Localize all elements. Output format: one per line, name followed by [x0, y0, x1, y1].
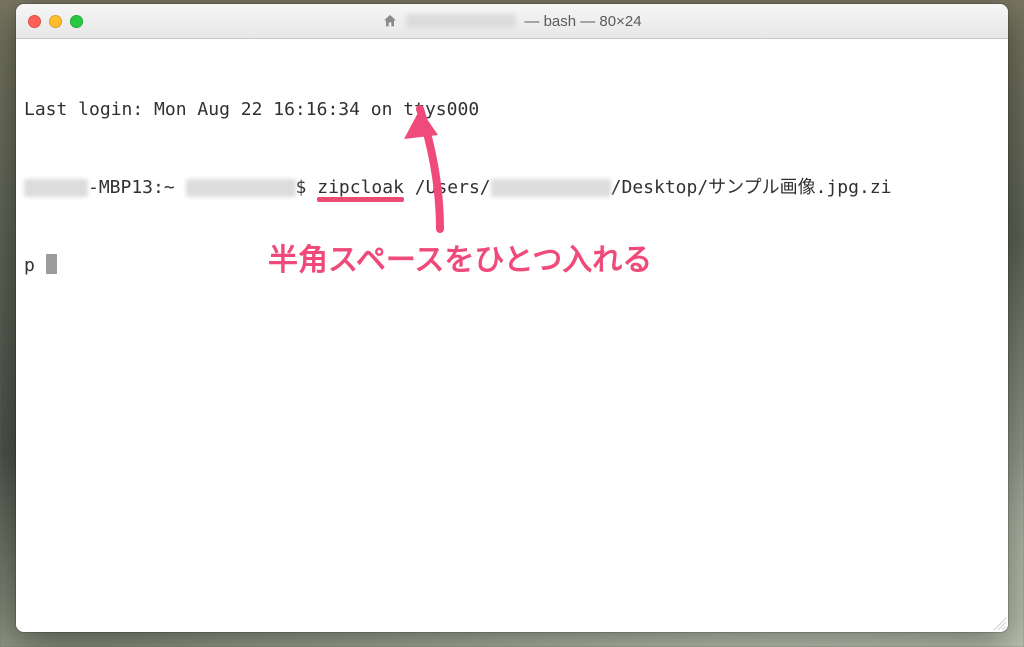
title-user-masked: ████████ [406, 14, 516, 28]
terminal-window: ████████ — bash — 80×24 Last login: Mon … [16, 4, 1008, 632]
last-login-tty: on ttys000 [360, 99, 479, 120]
path-wrap-tail: p [24, 255, 46, 276]
minimize-button[interactable] [49, 15, 62, 28]
username-masked [186, 179, 296, 197]
last-login-label: Last login: [24, 99, 154, 120]
terminal-content[interactable]: Last login: Mon Aug 22 16:16:34 on ttys0… [16, 39, 1008, 632]
terminal-line-1: Last login: Mon Aug 22 16:16:34 on ttys0… [24, 97, 1000, 123]
terminal-text: Last login: Mon Aug 22 16:16:34 on ttys0… [24, 45, 1000, 331]
command-zipcloak: zipcloak [317, 177, 404, 198]
resize-handle[interactable] [990, 614, 1006, 630]
terminal-line-3: p [24, 253, 1000, 279]
title-suffix: — bash — 80×24 [524, 13, 641, 30]
hostname-masked [24, 179, 88, 197]
zoom-button[interactable] [70, 15, 83, 28]
prompt-dollar: $ [296, 177, 318, 198]
path-user-masked [491, 179, 611, 197]
close-button[interactable] [28, 15, 41, 28]
terminal-cursor [46, 254, 57, 274]
prompt-host: -MBP13:~ [88, 177, 186, 198]
path-rest: /Desktop/サンプル画像.jpg.zi [611, 177, 892, 198]
window-title: ████████ — bash — 80×24 [16, 13, 1008, 30]
window-titlebar[interactable]: ████████ — bash — 80×24 [16, 4, 1008, 39]
last-login-value: Mon Aug 22 16:16:34 [154, 99, 360, 120]
traffic-lights [28, 15, 83, 28]
home-icon [382, 13, 398, 29]
path-users: /Users/ [404, 177, 491, 198]
terminal-line-2: -MBP13:~ $ zipcloak /Users/ /Desktop/サンプル… [24, 175, 1000, 201]
